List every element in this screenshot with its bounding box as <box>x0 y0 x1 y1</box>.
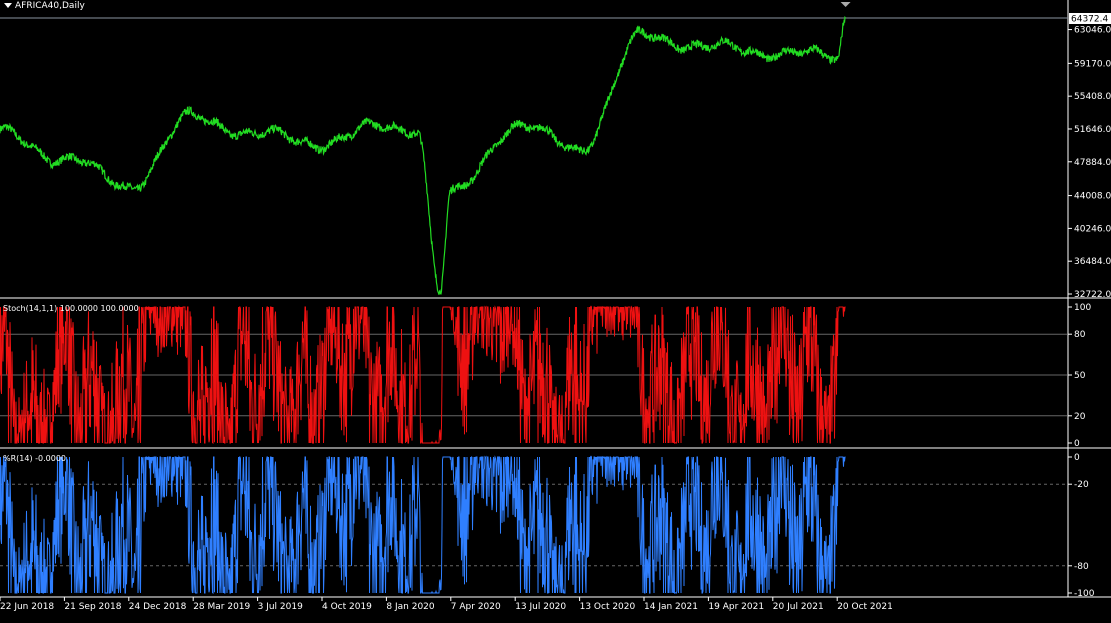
stoch-axis-label: 20 <box>1074 412 1086 422</box>
wpr-title: %R(14) -0.0000 <box>3 454 67 463</box>
last-price-label: 64372.4 <box>1071 15 1108 25</box>
wpr-axis-label: 0 <box>1074 453 1080 463</box>
time-axis-label: 28 Mar 2019 <box>193 602 250 612</box>
price-axis-label: 55408.0 <box>1074 92 1111 102</box>
time-axis-label: 24 Dec 2018 <box>129 602 187 612</box>
time-axis-label: 7 Apr 2020 <box>451 602 501 612</box>
time-axis-label: 21 Sep 2018 <box>64 602 121 612</box>
time-axis-label: 22 Jun 2018 <box>0 602 54 612</box>
price-axis-label: 32722.0 <box>1074 290 1111 300</box>
time-axis-label: 20 Oct 2021 <box>837 602 893 612</box>
price-line <box>0 15 846 295</box>
stoch-axis-label: 100 <box>1074 303 1091 313</box>
dropdown-triangle-icon[interactable] <box>4 3 12 8</box>
chart-root: 63046.0 59170.0 55408.0 51646.0 47884.0 44008… <box>0 0 1111 619</box>
price-axis-label: 59170.0 <box>1074 59 1111 69</box>
time-axis-label: 3 Jul 2019 <box>258 602 303 612</box>
time-axis-label: 4 Oct 2019 <box>322 602 372 612</box>
time-axis-label: 8 Jan 2020 <box>386 602 434 612</box>
time-axis-label: 14 Jan 2021 <box>644 602 698 612</box>
stoch-axis-label: 50 <box>1074 371 1086 381</box>
time-axis-label: 19 Apr 2021 <box>708 602 764 612</box>
symbol-text: AFRICA40,Daily <box>15 1 85 11</box>
time-axis-label: 20 Jul 2021 <box>773 602 824 612</box>
stoch-title: Stoch(14,1,1) 100.0000 100.0000 <box>3 304 139 313</box>
price-axis-label: 40246.0 <box>1074 224 1111 234</box>
stoch-axis-label: 80 <box>1074 330 1086 340</box>
price-axis-label: 47884.0 <box>1074 158 1111 168</box>
stoch-axis-label: 0 <box>1074 439 1080 449</box>
wpr-axis-label: -80 <box>1074 562 1089 572</box>
price-axis-label: 51646.0 <box>1074 125 1111 135</box>
wpr-line <box>0 455 846 595</box>
symbol-label[interactable]: AFRICA40,Daily <box>4 1 85 11</box>
time-axis-label: 13 Oct 2020 <box>580 602 636 612</box>
wpr-axis-label: -20 <box>1074 480 1089 490</box>
time-axis-label: 13 Jul 2020 <box>515 602 566 612</box>
chart-svg: 63046.0 59170.0 55408.0 51646.0 47884.0 44008… <box>0 0 1111 612</box>
wpr-axis-label: -100 <box>1074 589 1095 599</box>
last-bar-marker <box>840 2 851 7</box>
price-axis-label: 36484.0 <box>1074 257 1111 267</box>
price-axis-label: 44008.0 <box>1074 192 1111 202</box>
price-axis-label: 63046.0 <box>1074 26 1111 36</box>
